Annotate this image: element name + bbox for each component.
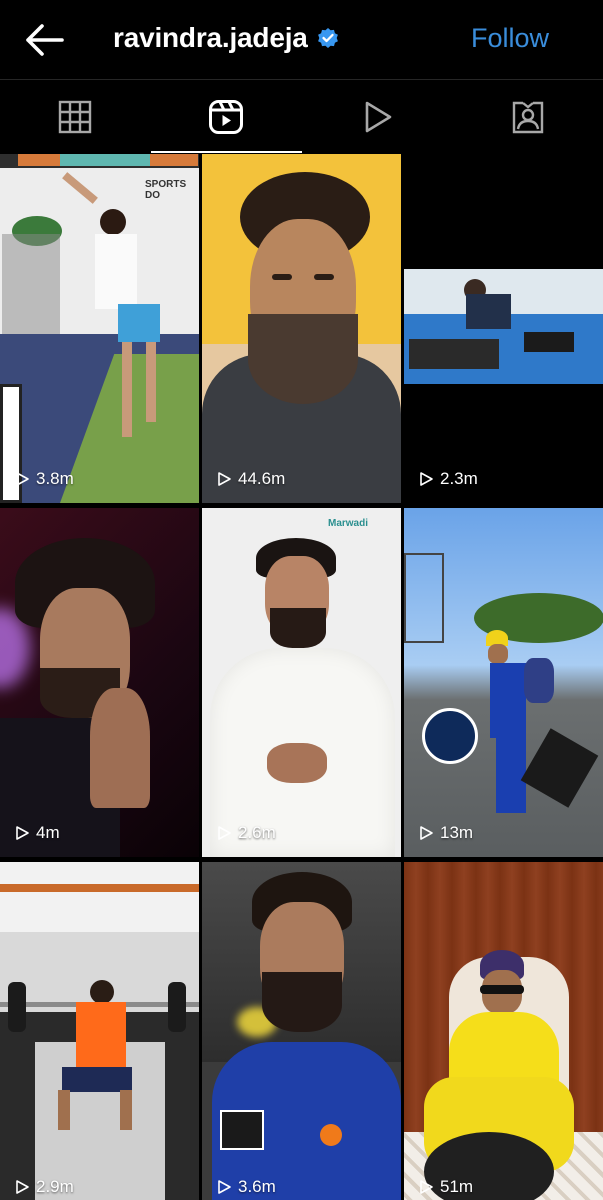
view-count-label: 2.3m xyxy=(440,469,478,488)
active-tab-indicator xyxy=(151,151,302,153)
profile-tabs xyxy=(0,80,603,154)
gym-sign-text: SPORTS DO xyxy=(145,179,187,201)
play-icon xyxy=(365,101,392,133)
play-outline-icon xyxy=(218,472,231,486)
tab-grid[interactable] xyxy=(0,80,151,154)
view-count: 3.8m xyxy=(14,469,74,489)
reel-tile[interactable]: SPORTS DO 3.8m xyxy=(0,154,199,503)
reels-grid: SPORTS DO 3.8m 44.6m 2.3m 4m Marwadi 2.6… xyxy=(0,154,603,1200)
tagged-person-icon xyxy=(512,101,543,134)
tab-videos[interactable] xyxy=(302,80,453,154)
follow-button[interactable]: Follow xyxy=(471,18,549,58)
play-outline-icon xyxy=(16,1180,29,1194)
reel-tile[interactable]: 51m xyxy=(404,862,603,1200)
reel-tile[interactable]: 2.9m xyxy=(0,862,199,1200)
back-button[interactable] xyxy=(22,20,66,60)
play-outline-icon xyxy=(218,1180,231,1194)
play-outline-icon xyxy=(16,826,29,840)
verified-badge-icon xyxy=(317,28,338,48)
tab-tagged[interactable] xyxy=(452,80,603,154)
play-outline-icon xyxy=(420,826,433,840)
reel-tile[interactable]: Marwadi 2.6m xyxy=(202,508,401,857)
reels-icon xyxy=(209,100,244,134)
view-count: 2.9m xyxy=(14,1177,74,1197)
view-count: 13m xyxy=(418,823,473,843)
username-label: ravindra.jadeja xyxy=(113,22,308,53)
view-count: 51m xyxy=(418,1177,473,1197)
arrow-left-icon xyxy=(26,24,64,56)
reel-tile[interactable]: 13m xyxy=(404,508,603,857)
profile-reels-screen: ravindra.jadeja Follow SPORTS DO 3.8m 44… xyxy=(0,0,603,1200)
view-count-label: 4m xyxy=(36,823,60,842)
reel-tile[interactable]: 44.6m xyxy=(202,154,401,503)
grid-icon xyxy=(59,100,92,134)
play-outline-icon xyxy=(420,1180,433,1194)
play-outline-icon xyxy=(218,826,231,840)
view-count-label: 2.9m xyxy=(36,1177,74,1196)
reel-tile[interactable]: 4m xyxy=(0,508,199,857)
view-count-label: 2.6m xyxy=(238,823,276,842)
view-count: 3.6m xyxy=(216,1177,276,1197)
view-count-label: 44.6m xyxy=(238,469,286,488)
university-logo-text: Marwadi xyxy=(328,518,369,529)
tab-reels[interactable] xyxy=(151,80,302,154)
profile-header: ravindra.jadeja Follow xyxy=(0,0,603,78)
play-outline-icon xyxy=(420,472,433,486)
view-count: 2.6m xyxy=(216,823,276,843)
view-count-label: 13m xyxy=(440,823,474,842)
view-count: 4m xyxy=(14,823,60,843)
view-count: 2.3m xyxy=(418,469,478,489)
play-outline-icon xyxy=(16,472,29,486)
view-count-label: 51m xyxy=(440,1177,474,1196)
profile-title: ravindra.jadeja xyxy=(113,18,340,58)
view-count-label: 3.6m xyxy=(238,1177,276,1196)
reel-tile[interactable]: 3.6m xyxy=(202,862,401,1200)
view-count-label: 3.8m xyxy=(36,469,74,488)
reel-tile[interactable]: 2.3m xyxy=(404,154,603,503)
view-count: 44.6m xyxy=(216,469,285,489)
